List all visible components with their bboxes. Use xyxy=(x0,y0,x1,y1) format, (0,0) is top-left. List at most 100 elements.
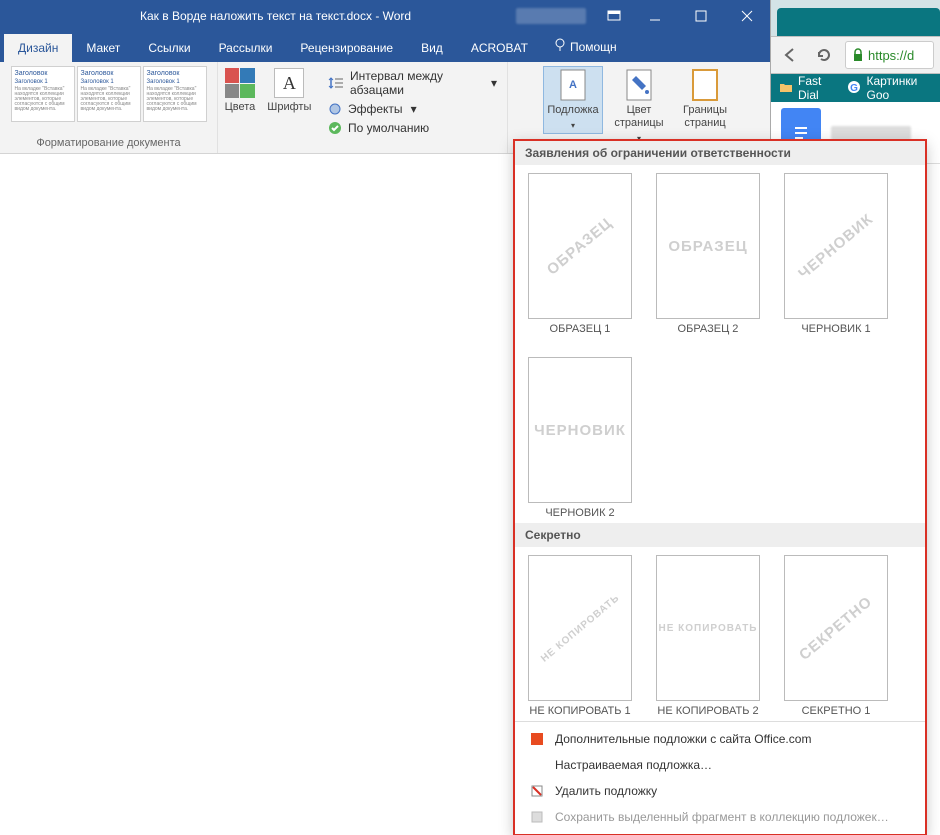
watermark-label: НЕ КОПИРОВАТЬ 1 xyxy=(529,705,630,717)
ribbon-colors-fonts: Цвета A Шрифты xyxy=(218,62,318,153)
tell-me-label: Помощн xyxy=(570,40,617,54)
watermark-label: ЧЕРНОВИК 2 xyxy=(545,507,614,519)
chevron-down-icon: ▾ xyxy=(571,119,575,132)
custom-watermark-item[interactable]: Настраиваемая подложка… xyxy=(515,752,925,778)
watermark-preview: СЕКРЕТНО xyxy=(784,555,888,701)
watermark-preview: ЧЕРНОВИК xyxy=(784,173,888,319)
tab-design[interactable]: Дизайн xyxy=(4,34,72,62)
watermark-text: ОБРАЗЕЦ xyxy=(544,214,616,278)
watermark-gallery-item[interactable]: ОБРАЗЕЦ ОБРАЗЕЦ 1 xyxy=(525,173,635,335)
effects-button[interactable]: Эффекты▾ xyxy=(324,101,501,117)
watermark-text: ЧЕРНОВИК xyxy=(534,422,626,439)
maximize-button[interactable] xyxy=(678,0,724,32)
office-icon xyxy=(529,731,545,747)
remove-watermark-item[interactable]: Удалить подложку xyxy=(515,778,925,804)
remove-icon xyxy=(529,783,545,799)
watermark-text: НЕ КОПИРОВАТЬ xyxy=(659,623,758,634)
watermark-preview: ОБРАЗЕЦ xyxy=(528,173,632,319)
tab-view[interactable]: Вид xyxy=(407,34,457,62)
ribbon-tabs: Дизайн Макет Ссылки Рассылки Рецензирова… xyxy=(0,32,770,62)
save-icon xyxy=(529,809,545,825)
watermark-label: ОБРАЗЕЦ 2 xyxy=(678,323,739,335)
back-button[interactable] xyxy=(777,42,803,68)
account-name-blurred xyxy=(516,8,586,24)
page-borders-button[interactable]: Границы страниц xyxy=(675,66,735,132)
watermark-preview: НЕ КОПИРОВАТЬ xyxy=(656,555,760,701)
style-set-thumb[interactable]: Заголовок Заголовок 1 На вкладке "Вставк… xyxy=(11,66,75,122)
titlebar-controls xyxy=(506,8,632,24)
watermark-preview: ЧЕРНОВИК xyxy=(528,357,632,503)
fonts-button[interactable]: A Шрифты xyxy=(263,66,315,138)
colors-button[interactable]: Цвета xyxy=(221,66,260,138)
tab-links[interactable]: Ссылки xyxy=(134,34,204,62)
tab-mailings[interactable]: Рассылки xyxy=(205,34,287,62)
address-bar[interactable]: https://d xyxy=(845,41,934,69)
watermark-label: ЧЕРНОВИК 1 xyxy=(801,323,870,335)
docs-title-blurred xyxy=(831,126,911,140)
style-set-thumb[interactable]: Заголовок Заголовок 1 На вкладке "Вставк… xyxy=(77,66,141,122)
bookmark-google-images[interactable]: G Картинки Goo xyxy=(847,74,932,102)
tell-me-search[interactable]: Помощн xyxy=(542,31,629,62)
chevron-down-icon: ▾ xyxy=(411,102,417,116)
paragraph-spacing-button[interactable]: Интервал между абзацами▾ xyxy=(324,68,501,98)
lightbulb-icon xyxy=(554,38,566,55)
browser-tab[interactable] xyxy=(777,8,940,36)
folder-icon xyxy=(779,81,793,96)
watermark-gallery-item[interactable]: ЧЕРНОВИК ЧЕРНОВИК 2 xyxy=(525,357,635,519)
watermark-gallery-item[interactable]: НЕ КОПИРОВАТЬ НЕ КОПИРОВАТЬ 2 xyxy=(653,555,763,717)
svg-text:A: A xyxy=(569,79,577,91)
reload-button[interactable] xyxy=(811,42,837,68)
watermark-text: ЧЕРНОВИК xyxy=(795,210,876,282)
watermark-button[interactable]: A Подложка ▾ xyxy=(543,66,603,134)
watermark-gallery-item[interactable]: СЕКРЕТНО СЕКРЕТНО 1 xyxy=(781,555,891,717)
fonts-icon: A xyxy=(274,68,304,98)
browser-tabstrip xyxy=(771,0,940,36)
watermark-gallery: Заявления об ограничении ответственности… xyxy=(514,140,926,835)
close-button[interactable] xyxy=(724,0,770,32)
bookmarks-bar: Fast Dial G Картинки Goo xyxy=(771,74,940,102)
google-icon: G xyxy=(847,80,861,97)
ribbon-display-options-icon[interactable] xyxy=(606,8,622,24)
watermark-label: ОБРАЗЕЦ 1 xyxy=(550,323,611,335)
gallery-section-header: Секретно xyxy=(515,523,925,547)
watermark-text: ОБРАЗЕЦ xyxy=(668,238,747,255)
watermark-text: СЕКРЕТНО xyxy=(796,593,876,664)
svg-text:G: G xyxy=(851,83,859,94)
check-icon xyxy=(328,121,342,135)
lock-icon xyxy=(852,48,864,62)
tab-review[interactable]: Рецензирование xyxy=(286,34,407,62)
set-as-default-button[interactable]: По умолчанию xyxy=(324,120,501,136)
watermark-gallery-item[interactable]: НЕ КОПИРОВАТЬ НЕ КОПИРОВАТЬ 1 xyxy=(525,555,635,717)
gallery-menu: Дополнительные подложки с сайта Office.c… xyxy=(515,721,925,834)
save-selection-item: Сохранить выделенный фрагмент в коллекци… xyxy=(515,804,925,830)
tab-layout[interactable]: Макет xyxy=(72,34,134,62)
titlebar: Как в Ворде наложить текст на текст.docx… xyxy=(0,0,770,32)
watermark-gallery-item[interactable]: ОБРАЗЕЦ ОБРАЗЕЦ 2 xyxy=(653,173,763,335)
url-text: https://d xyxy=(868,48,914,63)
watermark-label: СЕКРЕТНО 1 xyxy=(802,705,871,717)
watermark-gallery-item[interactable]: ЧЕРНОВИК ЧЕРНОВИК 1 xyxy=(781,173,891,335)
watermark-preview: ОБРАЗЕЦ xyxy=(656,173,760,319)
minimize-button[interactable] xyxy=(632,0,678,32)
blank-icon xyxy=(529,757,545,773)
colors-icon xyxy=(225,68,255,98)
more-watermarks-item[interactable]: Дополнительные подложки с сайта Office.c… xyxy=(515,726,925,752)
gallery-section-header: Заявления об ограничении ответственности xyxy=(515,141,925,165)
ribbon-spacing-group: Интервал между абзацами▾ Эффекты▾ По умо… xyxy=(318,62,508,153)
watermark-text: НЕ КОПИРОВАТЬ xyxy=(539,592,622,664)
browser-toolbar: https://d xyxy=(771,36,940,74)
watermark-icon: A xyxy=(557,68,589,102)
style-set-thumb[interactable]: Заголовок Заголовок 1 На вкладке "Вставк… xyxy=(143,66,207,122)
ribbon-group-label: Форматирование документа xyxy=(6,135,211,151)
spacing-icon xyxy=(328,76,344,90)
page-color-icon xyxy=(623,68,655,102)
ribbon-group-formatting: Заголовок Заголовок 1 На вкладке "Вставк… xyxy=(0,62,218,153)
page-color-button[interactable]: Цвет страницы ▾ xyxy=(609,66,669,147)
page-borders-icon xyxy=(689,68,721,102)
chevron-down-icon: ▾ xyxy=(491,76,497,90)
bookmark-fastdial[interactable]: Fast Dial xyxy=(779,74,837,102)
tab-acrobat[interactable]: ACROBAT xyxy=(457,34,542,62)
watermark-preview: НЕ КОПИРОВАТЬ xyxy=(528,555,632,701)
effects-icon xyxy=(328,102,342,116)
watermark-label: НЕ КОПИРОВАТЬ 2 xyxy=(657,705,758,717)
